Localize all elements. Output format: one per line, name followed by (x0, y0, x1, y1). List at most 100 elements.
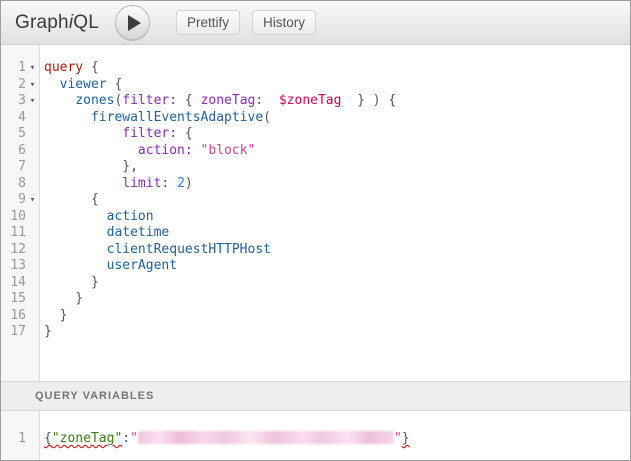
code-token-punc (263, 93, 279, 108)
code-token-key: "zoneTag" (52, 431, 122, 446)
variables-code-area[interactable]: {"zoneTag":""} (40, 411, 630, 460)
code-token-variable: $zoneTag (279, 93, 342, 108)
code-token-punc (44, 77, 60, 92)
code-line[interactable]: limit: 2) (44, 176, 630, 193)
code-token-punc: { (44, 192, 99, 207)
code-token-attribute: zoneTag: (201, 93, 264, 108)
code-token-keyword: query (44, 60, 83, 75)
line-number: 1 (1, 60, 26, 77)
query-variables-title: QUERY VARIABLES (35, 390, 154, 402)
code-token-attribute: filter: (122, 126, 177, 141)
code-line[interactable]: } (44, 324, 630, 341)
code-token-punc (44, 143, 138, 158)
code-token-punc: } (44, 324, 52, 339)
code-token-attribute: limit: (122, 176, 169, 191)
code-token-punc: } (44, 291, 83, 306)
prettify-button[interactable]: Prettify (176, 10, 240, 35)
code-token-punc: { (44, 431, 52, 446)
variables-line-number: 1 (1, 431, 26, 448)
code-token-punc: { (177, 126, 193, 141)
code-token-property: action (107, 209, 154, 224)
code-line[interactable]: } (44, 275, 630, 292)
code-line[interactable]: filter: { (44, 126, 630, 143)
history-button[interactable]: History (252, 10, 316, 35)
line-number: 5 (1, 126, 26, 143)
code-line[interactable]: }, (44, 159, 630, 176)
code-token-property: firewallEventsAdaptive (91, 110, 263, 125)
execute-query-button[interactable] (115, 5, 150, 40)
code-token-property: clientRequestHTTPHost (107, 242, 271, 257)
code-line[interactable]: userAgent (44, 258, 630, 275)
fold-arrow-icon[interactable]: ▾ (26, 60, 39, 77)
code-token-punc (193, 143, 201, 158)
code-token-property: userAgent (107, 258, 177, 273)
code-token-string: " (394, 431, 402, 446)
line-number: 9 (1, 192, 26, 209)
code-token-punc: } (44, 275, 99, 290)
code-token-punc: ) (185, 176, 193, 191)
code-token-punc: ( (263, 110, 271, 125)
code-token-punc (44, 110, 91, 125)
code-token-punc (44, 209, 107, 224)
variables-gutter: 1 (1, 411, 40, 460)
line-number: 6 (1, 143, 26, 160)
code-token-punc (44, 258, 107, 273)
code-token-punc: } ) { (341, 93, 396, 108)
line-number: 11 (1, 225, 26, 242)
code-line[interactable]: { (44, 192, 630, 209)
line-number: 3 (1, 93, 26, 110)
graphiql-window: GraphiQL Prettify History 1▾2▾3▾456789▾1… (0, 0, 631, 461)
line-number-gutter: 1▾2▾3▾456789▾1011121314151617 (1, 45, 40, 381)
redacted-zone-tag-value (138, 431, 394, 444)
code-line[interactable]: zones(filter: { zoneTag: $zoneTag } ) { (44, 93, 630, 110)
line-number: 17 (1, 324, 26, 341)
code-token-punc: } (44, 308, 67, 323)
graphiql-logo: GraphiQL (15, 12, 99, 34)
line-number: 14 (1, 275, 26, 292)
code-token-punc: } (402, 431, 410, 446)
code-token-punc: { (83, 60, 99, 75)
toolbar: GraphiQL Prettify History (1, 1, 630, 45)
code-line[interactable]: } (44, 291, 630, 308)
code-line[interactable]: } (44, 308, 630, 325)
line-number: 10 (1, 209, 26, 226)
code-token-punc (44, 242, 107, 257)
code-token-string: "block" (201, 143, 256, 158)
code-token-property: datetime (107, 225, 170, 240)
query-variables-header[interactable]: QUERY VARIABLES (1, 381, 630, 411)
code-token-punc: { (177, 93, 200, 108)
code-line[interactable]: viewer { (44, 77, 630, 94)
line-number: 4 (1, 110, 26, 127)
code-token-punc (44, 176, 122, 191)
code-token-string: " (130, 431, 138, 446)
line-number: 12 (1, 242, 26, 259)
code-token-punc: }, (44, 159, 138, 174)
code-token-punc (44, 126, 122, 141)
line-number: 15 (1, 291, 26, 308)
code-token-punc (169, 176, 177, 191)
logo-text-ql: QL (73, 12, 99, 33)
variables-editor[interactable]: 1 {"zoneTag":""} (1, 411, 630, 460)
line-number: 7 (1, 159, 26, 176)
code-line[interactable]: datetime (44, 225, 630, 242)
code-token-property: zones (75, 93, 114, 108)
variables-line[interactable]: {"zoneTag":""} (44, 431, 630, 448)
fold-arrow-icon[interactable]: ▾ (26, 93, 39, 110)
line-number: 8 (1, 176, 26, 193)
fold-arrow-icon[interactable]: ▾ (26, 77, 39, 94)
code-line[interactable]: query { (44, 60, 630, 77)
query-editor[interactable]: 1▾2▾3▾456789▾1011121314151617 query { vi… (1, 45, 630, 381)
code-token-attribute: filter: (122, 93, 177, 108)
code-line[interactable]: clientRequestHTTPHost (44, 242, 630, 259)
code-token-punc (44, 93, 75, 108)
code-token-property: viewer (60, 77, 107, 92)
line-number: 2 (1, 77, 26, 94)
code-line[interactable]: action (44, 209, 630, 226)
fold-arrow-icon[interactable]: ▾ (26, 192, 39, 209)
code-line[interactable]: firewallEventsAdaptive( (44, 110, 630, 127)
code-line[interactable]: action: "block" (44, 143, 630, 160)
line-number: 13 (1, 258, 26, 275)
code-token-attribute: action: (138, 143, 193, 158)
query-code-area[interactable]: query { viewer { zones(filter: { zoneTag… (40, 45, 630, 381)
play-icon (128, 15, 141, 31)
